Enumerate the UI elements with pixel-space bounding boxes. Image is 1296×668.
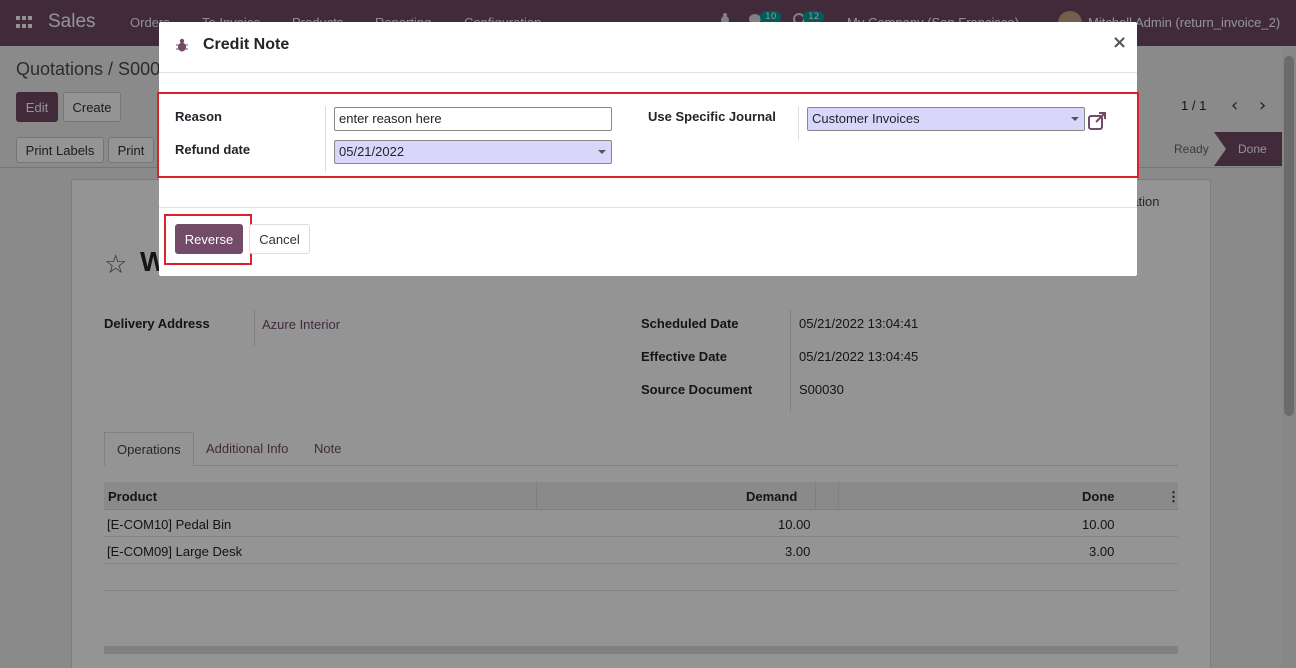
reason-input[interactable]: enter reason here	[334, 107, 612, 131]
refund-date-label: Refund date	[175, 142, 251, 157]
journal-select[interactable]: Customer Invoices	[807, 107, 1085, 131]
credit-note-dialog: Credit Note × Reason Refund date enter r…	[157, 22, 1139, 276]
close-icon[interactable]: ×	[1112, 32, 1127, 53]
bug-icon	[176, 38, 188, 52]
cancel-button[interactable]: Cancel	[249, 224, 310, 254]
journal-label: Use Specific Journal	[648, 109, 776, 124]
journal-value: Customer Invoices	[812, 111, 920, 126]
refund-date-field[interactable]: 05/21/2022	[334, 140, 612, 164]
fields-highlight-box	[157, 92, 1139, 178]
modal-header: Credit Note ×	[159, 22, 1137, 73]
refund-date-value: 05/21/2022	[339, 144, 405, 159]
external-link-icon[interactable]	[1087, 111, 1107, 131]
chevron-down-icon	[1071, 117, 1079, 121]
reverse-button[interactable]: Reverse	[175, 224, 243, 254]
reason-label: Reason	[175, 109, 222, 124]
chevron-down-icon	[598, 150, 606, 154]
modal-title: Credit Note	[203, 36, 290, 53]
